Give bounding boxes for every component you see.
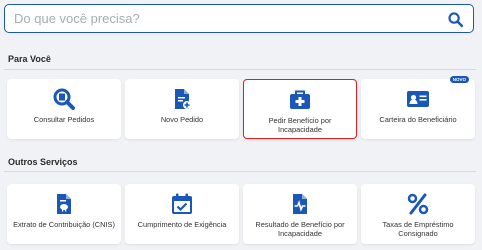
new-document-icon bbox=[175, 89, 191, 109]
card-label: Taxas de Empréstimo Consignado bbox=[382, 220, 454, 238]
new-badge: NOVO bbox=[449, 76, 469, 83]
medical-kit-icon bbox=[290, 90, 310, 109]
search-document-icon bbox=[53, 88, 75, 110]
search-input[interactable] bbox=[6, 6, 436, 31]
health-document-icon bbox=[293, 194, 307, 214]
card-label: Cumprimento de Exigência bbox=[137, 220, 227, 229]
search-bar[interactable] bbox=[4, 4, 474, 33]
card-extrato-contribuicao[interactable]: Extrato de Contribuição (CNIS) bbox=[7, 184, 121, 244]
card-resultado-beneficio-incapacidade[interactable]: Resultado de Benefício por Incapacidade bbox=[243, 184, 357, 244]
section-title-para-voce: Para Você bbox=[8, 54, 51, 64]
section-divider bbox=[4, 69, 476, 70]
card-novo-pedido[interactable]: Novo Pedido bbox=[125, 79, 239, 139]
calendar-check-icon bbox=[172, 193, 192, 214]
card-label: Pedir Benefício por Incapacidade bbox=[268, 116, 332, 134]
card-label: Resultado de Benefício por Incapacidade bbox=[255, 220, 345, 238]
card-label: Novo Pedido bbox=[160, 115, 204, 124]
card-pedir-beneficio-incapacidade[interactable]: Pedir Benefício por Incapacidade bbox=[243, 79, 357, 139]
section-title-outros-servicos: Outros Serviços bbox=[8, 157, 78, 167]
section-divider bbox=[4, 171, 476, 172]
search-icon[interactable] bbox=[447, 11, 464, 28]
card-carteira-beneficiario[interactable]: NOVO Carteira do Beneficiário bbox=[361, 76, 475, 139]
card-cumprimento-exigencia[interactable]: Cumprimento de Exigência bbox=[125, 184, 239, 244]
card-taxas-emprestimo[interactable]: Taxas de Empréstimo Consignado bbox=[361, 184, 475, 244]
card-label: Carteira do Beneficiário bbox=[379, 115, 457, 124]
card-consultar-pedidos[interactable]: Consultar Pedidos bbox=[7, 79, 121, 139]
percent-icon bbox=[407, 193, 429, 215]
savings-document-icon bbox=[57, 194, 71, 214]
id-card-icon bbox=[407, 91, 429, 107]
card-label: Extrato de Contribuição (CNIS) bbox=[13, 220, 115, 229]
card-label: Consultar Pedidos bbox=[33, 115, 95, 124]
